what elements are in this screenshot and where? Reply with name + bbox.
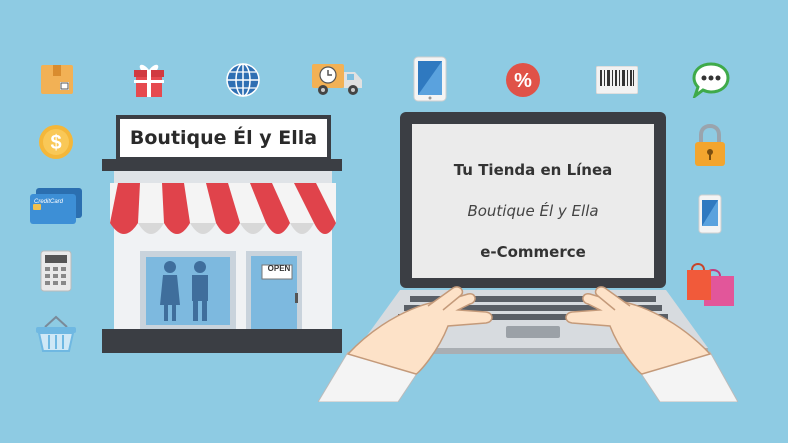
svg-text:$: $	[50, 132, 61, 154]
globe-icon	[226, 63, 260, 97]
svg-text:%: %	[514, 70, 532, 92]
typing-hands	[318, 286, 738, 402]
shopping-basket-icon	[36, 315, 76, 352]
store-sign: Boutique Él y Ella	[116, 115, 331, 161]
chat-icon	[692, 62, 730, 98]
package-icon	[41, 65, 73, 94]
open-sign: OPEN	[267, 264, 291, 273]
screen-line-2: Boutique Él y Ella	[467, 202, 599, 220]
credit-card-label: CreditCard	[34, 199, 64, 205]
barcode-icon	[596, 66, 638, 94]
storefront	[102, 155, 342, 353]
calculator-icon	[40, 250, 72, 292]
gift-icon	[134, 64, 164, 97]
ecommerce-illustration: % $ CreditCard OPEN Boutique Él y Ella T…	[0, 0, 788, 443]
laptop-screen: Tu Tienda en Línea Boutique Él y Ella e-…	[412, 124, 654, 278]
screen-line-1: Tu Tienda en Línea	[453, 161, 613, 179]
credit-card-icon	[30, 188, 82, 224]
delivery-truck-icon	[312, 64, 362, 95]
discount-icon: %	[506, 63, 540, 97]
tablet-icon	[413, 56, 447, 102]
dollar-coin-icon: $	[39, 125, 73, 159]
screen-line-3: e-Commerce	[480, 243, 586, 261]
